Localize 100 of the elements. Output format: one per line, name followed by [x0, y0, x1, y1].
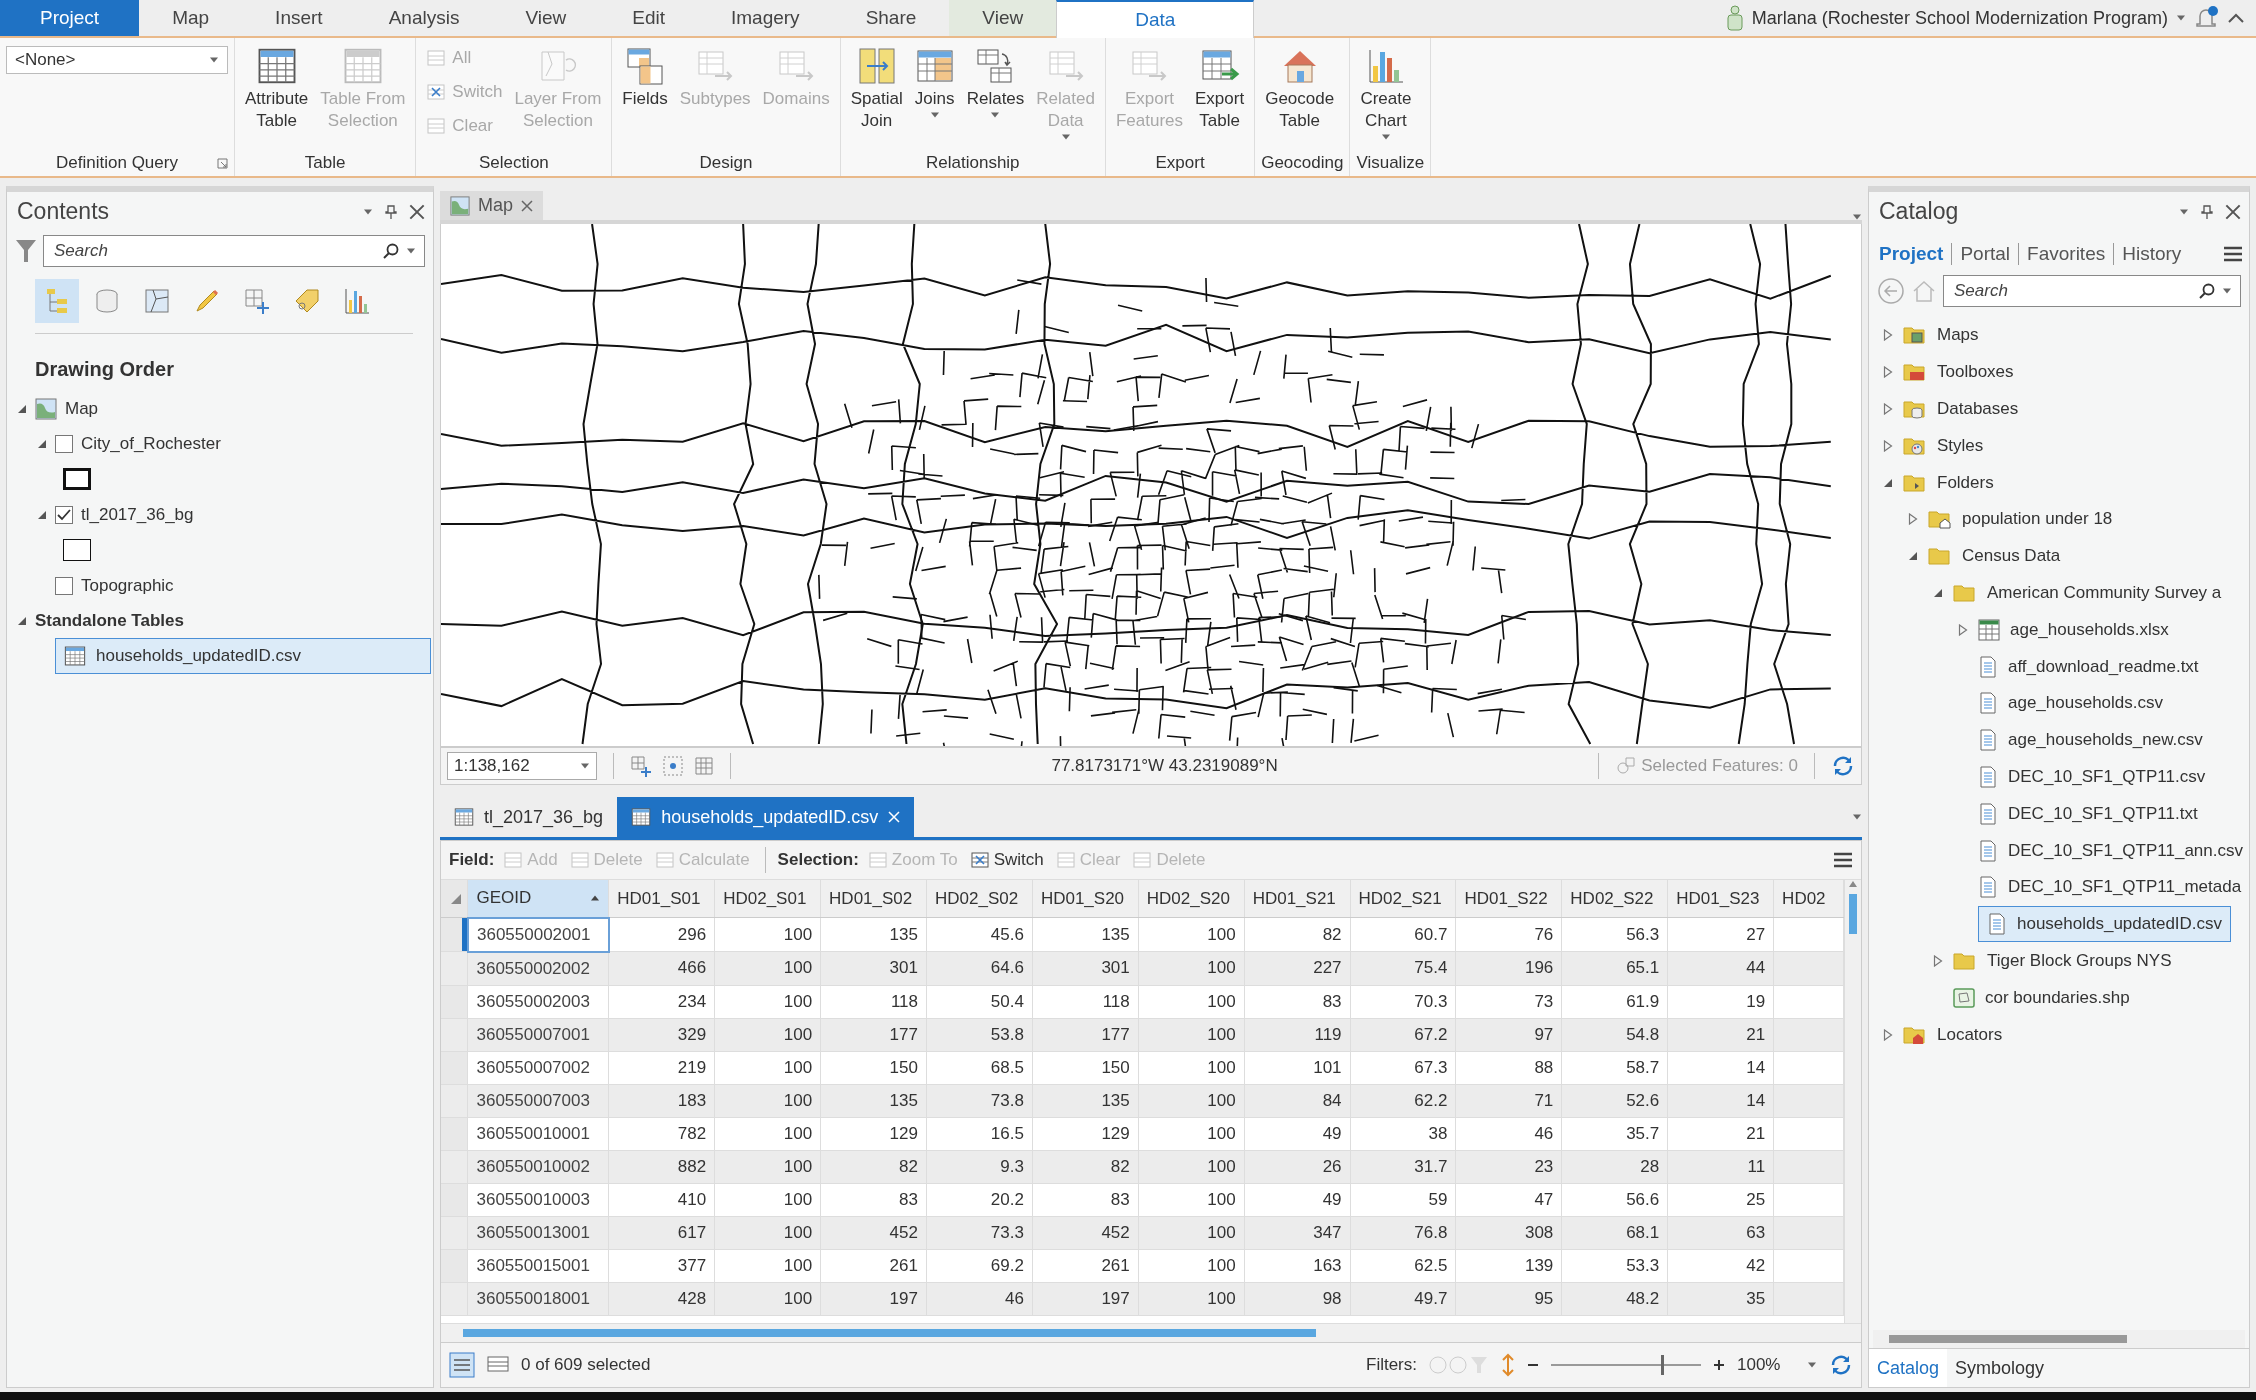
ribbon-button[interactable]: Create Chart	[1356, 42, 1416, 144]
user-account-menu[interactable]: Marlana (Rochester School Modernization Program)	[1751, 7, 2168, 29]
column-header[interactable]: HD02	[1773, 880, 1844, 918]
ribbon-button[interactable]: Attribute Table	[241, 42, 313, 136]
ribbon-tab[interactable]: Project	[0, 0, 140, 36]
ribbon-button[interactable]: Relates	[962, 42, 1029, 122]
tree-item[interactable]: Map	[65, 398, 99, 419]
refresh-icon[interactable]	[1831, 754, 1855, 778]
tree-item[interactable]: Standalone Tables	[35, 610, 184, 631]
table-view-icon[interactable]	[449, 1352, 475, 1378]
column-header[interactable]: HD01_S01	[608, 880, 715, 918]
catalog-item[interactable]: Tiger Block Groups NYS	[1987, 950, 2172, 971]
source-tab[interactable]: Favorites	[2019, 243, 2114, 265]
column-header[interactable]: HD01_S23	[1667, 880, 1774, 918]
search-input[interactable]: Search	[52, 240, 376, 262]
column-header[interactable]: HD02_S22	[1561, 880, 1668, 918]
toolbar-button[interactable]: Switch	[966, 850, 1047, 870]
catalog-item[interactable]: Census Data	[1962, 546, 2061, 567]
column-header[interactable]: HD01_S20	[1032, 880, 1139, 918]
catalog-item[interactable]: Maps	[1937, 325, 1979, 346]
catalog-item[interactable]: cor boundaries.shp	[1985, 987, 2130, 1008]
catalog-item[interactable]: households_updatedID.csv	[1978, 906, 2232, 943]
catalog-item[interactable]: aff_download_readme.txt	[2008, 656, 2199, 677]
catalog-item[interactable]: DEC_10_SF1_QTP11_metada	[2008, 877, 2242, 898]
expander-icon[interactable]	[37, 509, 47, 520]
scale-dropdown[interactable]: 1:138,162	[447, 752, 597, 780]
scrollbar-thumb[interactable]	[1849, 894, 1857, 934]
expander-icon[interactable]	[17, 403, 27, 414]
expander-icon[interactable]	[1933, 587, 1943, 598]
refresh-icon[interactable]	[1829, 1353, 1853, 1377]
ribbon-tab[interactable]: Edit	[599, 0, 698, 36]
search-box[interactable]: Search	[43, 235, 425, 267]
catalog-item[interactable]: Styles	[1937, 435, 1984, 456]
pin-icon[interactable]	[2201, 204, 2213, 219]
filter-icon[interactable]	[15, 238, 37, 264]
ribbon-button[interactable]: Spatial Join	[846, 42, 907, 136]
slider-thumb[interactable]	[1660, 1355, 1664, 1375]
ribbon-tab[interactable]: Map	[139, 0, 243, 36]
column-header[interactable]: HD02_S02	[926, 880, 1033, 918]
ribbon-tab[interactable]: Share	[832, 0, 950, 36]
column-header[interactable]: HD01_S21	[1244, 880, 1351, 918]
catalog-item[interactable]: age_households_new.csv	[2008, 730, 2203, 751]
tree-item[interactable]: Topographic	[81, 575, 174, 596]
close-icon[interactable]	[521, 199, 533, 212]
expander-icon[interactable]	[1908, 551, 1918, 562]
close-icon[interactable]	[409, 203, 425, 220]
search-box[interactable]: Search	[1943, 275, 2241, 307]
expander-icon[interactable]	[37, 438, 47, 449]
catalog-item[interactable]: population under 18	[1962, 509, 2113, 530]
column-header[interactable]: HD01_S22	[1455, 880, 1562, 918]
symbol-swatch[interactable]	[63, 468, 91, 490]
grid-plus-icon[interactable]	[630, 755, 652, 777]
scrollbar-thumb[interactable]	[1889, 1335, 2127, 1343]
catalog-item[interactable]: Locators	[1937, 1024, 2003, 1045]
column-header[interactable]: GEOID	[468, 880, 609, 918]
ribbon-button[interactable]: Geocode Table	[1261, 42, 1339, 136]
pin-icon[interactable]	[385, 204, 397, 219]
ribbon-button[interactable]: Export Table	[1191, 42, 1249, 136]
catalog-item[interactable]: DEC_10_SF1_QTP11.txt	[2008, 803, 2198, 824]
checkbox[interactable]	[55, 434, 73, 453]
back-icon[interactable]	[1877, 277, 1905, 305]
catalog-item[interactable]: Toolboxes	[1937, 362, 2014, 383]
expander-icon[interactable]	[1958, 623, 1968, 636]
column-header[interactable]: HD02_S21	[1350, 880, 1456, 918]
source-tab[interactable]: Portal	[1952, 243, 2019, 265]
menu-icon[interactable]	[1833, 852, 1853, 868]
search-input[interactable]: Search	[1952, 280, 2192, 302]
ribbon-tab[interactable]: View	[949, 0, 1057, 36]
ribbon-tab[interactable]: Imagery	[698, 0, 833, 36]
ribbon-button[interactable]: Joins	[910, 42, 959, 122]
grid-icon[interactable]	[694, 756, 714, 776]
snapping-icon[interactable]	[662, 755, 684, 777]
search-icon[interactable]	[382, 242, 400, 260]
expander-icon[interactable]	[1883, 1028, 1893, 1041]
zoom-dropdown[interactable]: 100%	[1737, 1355, 1817, 1375]
tree-item[interactable]: households_updatedID.csv	[55, 637, 431, 674]
symbol-swatch[interactable]	[63, 539, 91, 561]
catalog-item[interactable]: age_households.csv	[2008, 693, 2163, 714]
collapse-ribbon-icon[interactable]	[2228, 13, 2244, 23]
catalog-item[interactable]: DEC_10_SF1_QTP11.csv	[2008, 766, 2206, 787]
expander-icon[interactable]	[1883, 477, 1893, 488]
checkbox[interactable]	[55, 576, 73, 595]
ribbon-tab[interactable]: Analysis	[355, 0, 493, 36]
catalog-item[interactable]: Databases	[1937, 399, 2019, 419]
expander-icon[interactable]	[1883, 403, 1893, 415]
plus-icon[interactable]	[1713, 1359, 1725, 1371]
ribbon-tab[interactable]: Insert	[242, 0, 356, 36]
swap-icon[interactable]	[1501, 1353, 1515, 1377]
expander-icon[interactable]	[1933, 954, 1943, 967]
row-header[interactable]	[441, 917, 468, 952]
table-tab[interactable]: households_updatedID.csv	[617, 797, 915, 837]
tree-item[interactable]: City_of_Rochester	[81, 433, 221, 454]
table-tab[interactable]: tl_2017_36_bg	[440, 797, 618, 837]
catalog-item[interactable]: Folders	[1937, 472, 1994, 493]
column-header[interactable]: HD02_S01	[714, 880, 821, 918]
pane-tab[interactable]: Symbology	[1947, 1349, 2053, 1387]
column-header[interactable]: HD01_S02	[820, 880, 927, 918]
definition-query-dropdown[interactable]: <None>	[6, 46, 228, 74]
catalog-item[interactable]: age_households.xlsx	[2010, 619, 2169, 640]
catalog-item[interactable]: American Community Survey a	[1987, 582, 2222, 603]
